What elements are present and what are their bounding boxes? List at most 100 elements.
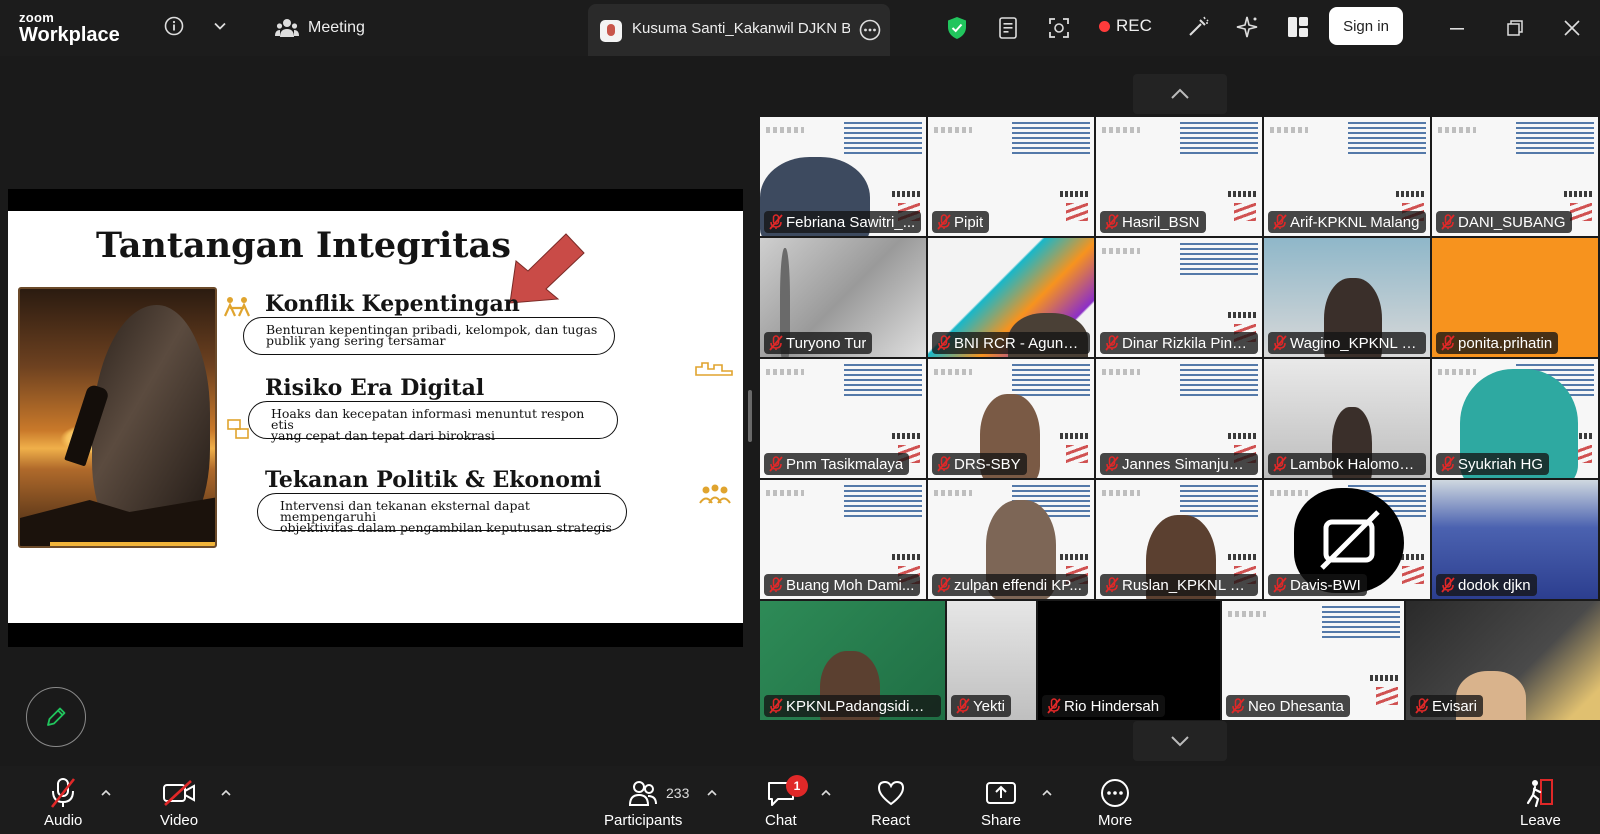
participant-name: Wagino_KPKNL B... <box>1290 334 1420 352</box>
section-heading-conflict: Konflik Kepentingan <box>265 291 520 317</box>
participant-tile[interactable]: zulpan effendi KP... <box>928 480 1094 599</box>
leave-button[interactable]: Leave <box>1520 776 1561 829</box>
apps-icon[interactable] <box>1046 15 1072 41</box>
notes-icon[interactable] <box>997 15 1021 41</box>
participant-name-label: Evisari <box>1410 695 1484 717</box>
audio-options-caret-icon[interactable] <box>100 786 112 800</box>
participant-tile[interactable]: Davis-BWI <box>1264 480 1430 599</box>
participant-name: Pipit <box>954 213 984 231</box>
chat-unread-badge: 1 <box>786 775 808 797</box>
section-heading-digital: Risiko Era Digital <box>265 375 485 401</box>
mic-muted-icon <box>1228 696 1248 716</box>
participant-tile[interactable]: Turyono Tur <box>760 238 926 357</box>
share-button[interactable]: Share <box>981 776 1021 829</box>
brand-large: Workplace <box>19 24 120 46</box>
participant-name: Hasril_BSN <box>1122 213 1200 231</box>
chat-options-caret-icon[interactable] <box>820 786 832 800</box>
participant-tile[interactable]: Arif-KPKNL Malang <box>1264 117 1430 236</box>
participant-tile[interactable]: Ruslan_KPKNL Biak <box>1096 480 1262 599</box>
participant-tile[interactable]: Hasril_BSN <box>1096 117 1262 236</box>
active-speaker-tab[interactable]: Kusuma Santi_Kakanwil DJKN Ban <box>588 4 890 56</box>
section-body-politics: Intervensi dan tekanan eksternal dapat m… <box>257 493 627 535</box>
recording-indicator[interactable]: REC <box>1099 16 1152 36</box>
participant-name-label: Rio Hindersah <box>1042 695 1166 717</box>
section-heading-politics: Tekanan Politik & Ekonomi <box>265 467 602 493</box>
video-button[interactable]: Video <box>160 776 198 829</box>
more-options-icon[interactable] <box>858 18 882 42</box>
participant-name-label: Ruslan_KPKNL Biak <box>1100 574 1258 596</box>
participant-name: Ruslan_KPKNL Biak <box>1122 576 1252 594</box>
mic-muted-icon <box>766 333 786 353</box>
annotate-pen-button[interactable] <box>26 687 86 747</box>
view-layout-icon[interactable] <box>1285 14 1311 40</box>
react-button[interactable]: React <box>871 776 910 829</box>
section-body-line: objektivitas dalam pengambilan keputusan… <box>280 520 612 535</box>
participant-tile[interactable]: Lambok Halomoa... <box>1264 359 1430 478</box>
participant-name-label: Dinar Rizkila Pink... <box>1100 332 1258 354</box>
participants-options-caret-icon[interactable] <box>706 786 718 800</box>
top-bar: zoom Workplace Meeting Kusuma Santi_Kaka… <box>0 0 1600 56</box>
participant-name: Turyono Tur <box>786 334 867 352</box>
presentation-slide: Tantangan Integritas Konflik Kepentingan… <box>8 211 743 623</box>
mic-muted-icon <box>1270 575 1290 595</box>
participant-tile[interactable]: KPKNLPadangsidimp... <box>760 601 945 720</box>
participant-name-label: Syukriah HG <box>1436 453 1550 475</box>
participant-tile[interactable]: Pipit <box>928 117 1094 236</box>
participant-tile[interactable]: Pnm Tasikmalaya <box>760 359 926 478</box>
share-label: Share <box>981 812 1022 829</box>
participant-name-label: DRS-SBY <box>932 453 1027 475</box>
mic-muted-icon <box>51 778 76 808</box>
edit-wand-icon[interactable] <box>1185 14 1211 40</box>
participant-tile[interactable]: dodok djkn <box>1432 480 1598 599</box>
mic-muted-icon <box>1102 212 1122 232</box>
close-icon[interactable] <box>1559 15 1585 41</box>
participant-tile[interactable]: Dinar Rizkila Pink... <box>1096 238 1262 357</box>
participant-tile[interactable]: Wagino_KPKNL B... <box>1264 238 1430 357</box>
video-options-caret-icon[interactable] <box>220 786 232 800</box>
participant-tile[interactable]: DANI_SUBANG <box>1432 117 1598 236</box>
participant-tile[interactable]: Jannes Simanjunt... <box>1096 359 1262 478</box>
pane-resize-handle[interactable] <box>748 390 752 442</box>
participant-name: Syukriah HG <box>1458 455 1544 473</box>
more-button[interactable]: More <box>1098 776 1132 829</box>
minimize-icon[interactable] <box>1444 15 1470 41</box>
participant-tile[interactable]: Febriana Sawitri_... <box>760 117 926 236</box>
participant-tile[interactable]: BNI RCR - Agung ... <box>928 238 1094 357</box>
participant-name-label: Buang Moh Dami... <box>764 574 921 596</box>
participant-tile[interactable]: DRS-SBY <box>928 359 1094 478</box>
mic-muted-icon <box>1270 454 1290 474</box>
sign-in-button[interactable]: Sign in <box>1329 7 1403 45</box>
pencil-icon <box>47 707 66 726</box>
participant-name: Jannes Simanjunt... <box>1122 455 1252 473</box>
meeting-label[interactable]: Meeting <box>308 19 365 37</box>
participant-tile[interactable]: Syukriah HG <box>1432 359 1598 478</box>
participant-name-label: Turyono Tur <box>764 332 873 354</box>
restore-window-icon[interactable] <box>1502 15 1528 41</box>
info-icon[interactable] <box>162 14 186 38</box>
audio-button[interactable]: Audio <box>44 776 82 829</box>
ai-companion-sparkle-icon[interactable] <box>1234 14 1260 40</box>
participant-name: Pnm Tasikmalaya <box>786 455 904 473</box>
participant-tile[interactable]: ponita.prihatin <box>1432 238 1598 357</box>
chevron-down-icon[interactable] <box>208 14 232 38</box>
gallery-page-down-button[interactable] <box>1133 721 1227 761</box>
mic-muted-icon <box>1438 212 1458 232</box>
participant-tile[interactable]: Yekti <box>947 601 1036 720</box>
mic-muted-icon <box>1102 333 1122 353</box>
participant-tile[interactable]: Neo Dhesanta <box>1222 601 1404 720</box>
boulder-push-image <box>18 287 217 548</box>
participant-tile[interactable]: Buang Moh Dami... <box>760 480 926 599</box>
participant-name-label: Jannes Simanjunt... <box>1100 453 1258 475</box>
participant-name: Evisari <box>1432 697 1478 715</box>
share-options-caret-icon[interactable] <box>1041 786 1053 800</box>
people-icon[interactable] <box>274 16 300 40</box>
mic-muted-icon <box>1102 454 1122 474</box>
gallery-page-up-button[interactable] <box>1133 74 1227 114</box>
participant-tile[interactable]: Evisari <box>1406 601 1600 720</box>
participant-name: Arif-KPKNL Malang <box>1290 213 1420 231</box>
participant-name-label: Pipit <box>932 211 990 233</box>
participant-tile[interactable]: Rio Hindersah <box>1038 601 1220 720</box>
city-deco-icon <box>694 359 734 381</box>
participants-button[interactable]: Participants <box>604 776 682 829</box>
security-shield-icon[interactable] <box>945 15 969 41</box>
